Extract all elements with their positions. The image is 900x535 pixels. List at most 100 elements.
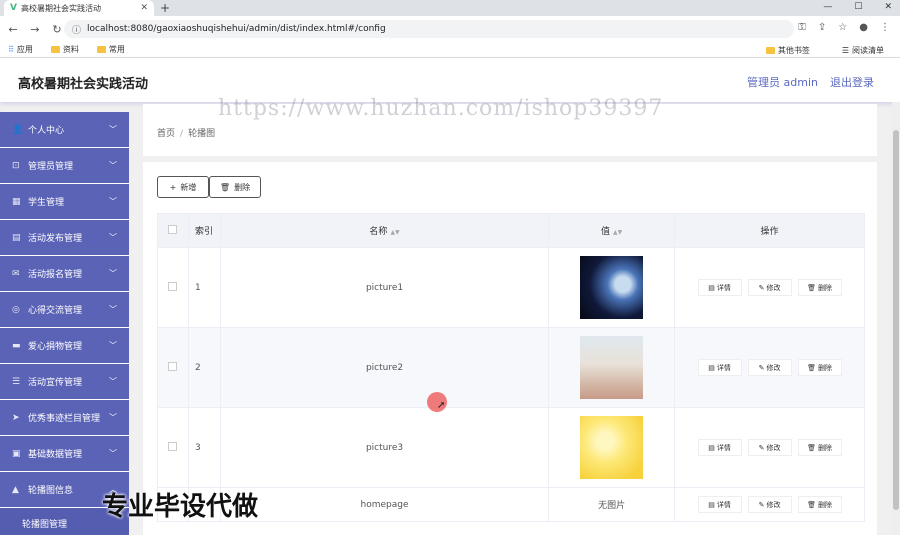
table-row: homepage 无图片 ▤ 详情 ✎ 修改 🗑 删除 [157,487,865,522]
folder-icon [96,46,106,53]
scrollbar-thumb[interactable] [893,130,899,510]
sort-icon[interactable]: ▲▼ [390,229,399,236]
row-delete-button[interactable]: 🗑 删除 [797,496,842,513]
browser-tab[interactable]: V 高校暑期社会实践活动 ✕ [4,0,154,16]
sidebar-item-personal-center[interactable]: 👤 个人中心 ﹀ [0,112,129,148]
new-tab-icon[interactable]: + [160,0,170,16]
row-delete-button[interactable]: 🗑 删除 [797,359,842,376]
sidebar-item-activity-signup[interactable]: ✉ 活动报名管理 ﹀ [0,256,129,292]
header-actions: 操作 [674,213,865,248]
bookmarks-bar: ⠿ 应用 资料 常用 其他书签 ☰ 阅读清单 [0,42,900,58]
breadcrumb: 首页 / 轮播图 [157,126,215,139]
detail-button[interactable]: ▤ 详情 [697,496,742,513]
chevron-down-icon: ﹀ [109,377,117,386]
close-icon[interactable]: ✕ [140,3,148,13]
bookmark-folder[interactable]: 资料 [50,44,79,55]
mail-icon: ✉ [12,268,20,279]
select-all-checkbox[interactable] [168,224,178,234]
row-name: picture2 [219,327,550,408]
send-icon: ➤ [12,412,20,423]
chevron-down-icon: ﹀ [109,413,117,422]
doc-icon: ▤ [12,232,21,243]
trash-icon: 🗑 [219,182,231,192]
detail-button[interactable]: ▤ 详情 [697,359,742,376]
row-delete-button[interactable]: 🗑 删除 [797,279,842,296]
row-index: 2 [187,327,221,408]
edit-button[interactable]: ✎ 修改 [747,279,792,296]
row-index: 3 [187,407,221,488]
breadcrumb-separator: / [180,129,184,139]
table-row: 2 picture2 ▤ 详情 ✎ 修改 🗑 删除 [157,327,865,408]
forward-icon[interactable]: → [26,23,44,36]
sidebar-item-promotion[interactable]: ☰ 活动宣传管理 ﹀ [0,364,129,400]
address-bar: ← → ↻ ⓘ localhost:8080/gaoxiaoshuqishehu… [0,16,900,42]
trash-icon: 🗑 [807,443,816,452]
sidebar-item-basic-data[interactable]: ▣ 基础数据管理 ﹀ [0,436,129,472]
row-checkbox[interactable] [168,361,178,371]
edit-button[interactable]: ✎ 修改 [747,496,792,513]
chevron-down-icon: ﹀ [109,233,117,242]
header-value[interactable]: 值 ▲▼ [548,213,676,248]
sidebar-item-experience[interactable]: ◎ 心得交流管理 ﹀ [0,292,129,328]
thumbnail-image[interactable] [580,416,644,479]
window-close-icon[interactable]: ✕ [884,0,892,14]
grid-icon: ▦ [12,196,21,207]
header-index: 索引 [187,213,221,248]
row-actions: ▤ 详情 ✎ 修改 🗑 删除 [674,407,865,488]
thumbnail-image[interactable] [580,336,644,399]
reading-list[interactable]: ☰ 阅读清单 [842,45,884,56]
edit-button[interactable]: ✎ 修改 [747,359,792,376]
sidebar-item-activity-publish[interactable]: ▤ 活动发布管理 ﹀ [0,220,129,256]
maximize-icon[interactable]: ☐ [854,0,862,14]
row-checkbox[interactable] [168,441,178,451]
edit-button[interactable]: ✎ 修改 [747,439,792,456]
doc-icon: ▤ [708,500,715,509]
sort-icon[interactable]: ▲▼ [613,229,622,236]
folder-icon [765,47,775,54]
edit-icon: ✎ [758,363,765,372]
sidebar-item-donation[interactable]: ▬ 爱心捐物管理 ﹀ [0,328,129,364]
menu-icon[interactable]: ⋮ [880,22,890,33]
row-actions: ▤ 详情 ✎ 修改 🗑 删除 [674,327,865,408]
logout-link[interactable]: 退出登录 [830,74,874,90]
back-icon[interactable]: ← [4,23,22,36]
share-icon[interactable]: ⇪ [818,22,826,33]
thumbnail-image[interactable] [580,256,644,319]
bookmark-folder[interactable]: 常用 [96,44,125,55]
row-delete-button[interactable]: 🗑 删除 [797,439,842,456]
sidebar: 👤 个人中心 ﹀ ⊡ 管理员管理 ﹀ ▦ 学生管理 ﹀ ▤ 活动发布管理 ﹀ ✉ 活动报名管理 ﹀ … [0,112,129,535]
breadcrumb-home[interactable]: 首页 [157,129,175,139]
info-icon[interactable]: ⓘ [72,23,81,36]
profile-icon[interactable]: ● [859,22,868,33]
row-checkbox[interactable] [168,281,178,291]
add-button[interactable]: + 新增 [157,176,209,198]
browser-tabbar: V 高校暑期社会实践活动 ✕ + — ☐ ✕ [0,0,900,16]
header-name[interactable]: 名称 ▲▼ [219,213,550,248]
bookmark-apps[interactable]: ⠿ 应用 [8,44,33,55]
user-icon: 👤 [12,124,24,135]
vue-favicon-icon: V [10,3,17,13]
row-index: 1 [187,247,221,328]
sidebar-item-students[interactable]: ▦ 学生管理 ﹀ [0,184,129,220]
star-icon[interactable]: ☆ [838,22,847,33]
delete-button[interactable]: 🗑 删除 [209,176,261,198]
compass-icon: ◎ [12,304,20,315]
sidebar-item-excellent-deeds[interactable]: ➤ 优秀事迹栏目管理 ﹀ [0,400,129,436]
trash-icon: 🗑 [807,283,816,292]
key-icon[interactable]: ⚿ [798,22,806,33]
table-row: 3 picture3 ▤ 详情 ✎ 修改 🗑 删除 [157,407,865,488]
admin-label: 管理员 admin [747,76,818,89]
carousel-table: 索引 名称 ▲▼ 值 ▲▼ 操作 1 picture1 ▤ 详情 ✎ 修改 🗑 删除 [157,213,865,522]
doc-icon: ▤ [708,443,715,452]
table-header-row: 索引 名称 ▲▼ 值 ▲▼ 操作 [157,213,865,248]
url-input[interactable]: ⓘ localhost:8080/gaoxiaoshuqishehui/admi… [64,20,794,38]
sidebar-item-admin[interactable]: ⊡ 管理员管理 ﹀ [0,148,129,184]
bookmark-other[interactable]: 其他书签 [765,45,810,56]
reading-list-icon: ☰ [841,46,849,55]
detail-button[interactable]: ▤ 详情 [697,279,742,296]
detail-button[interactable]: ▤ 详情 [697,439,742,456]
app-title: 高校暑期社会实践活动 [18,77,149,92]
minimize-icon[interactable]: — [823,0,832,14]
gift-icon: ▬ [12,340,21,351]
select-all-cell [157,213,189,248]
